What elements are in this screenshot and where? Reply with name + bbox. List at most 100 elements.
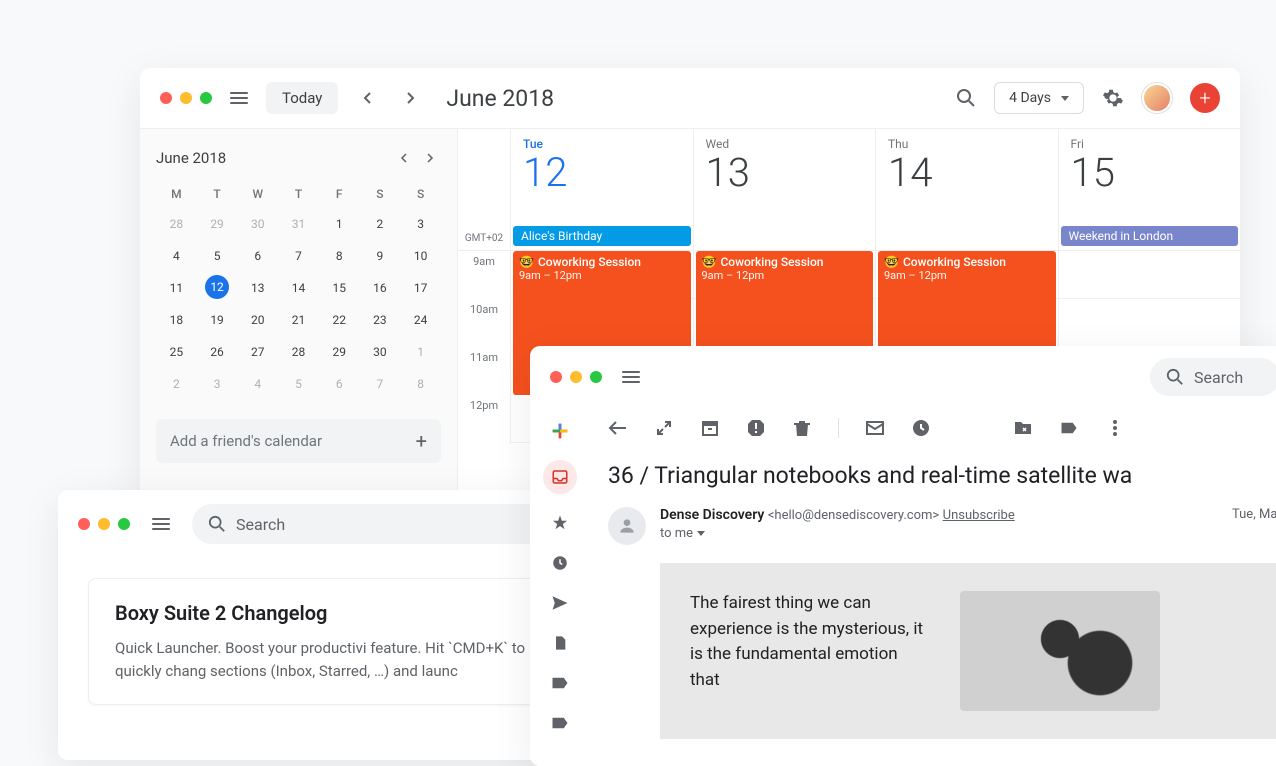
maximize-window-button[interactable] xyxy=(590,371,602,383)
mini-day[interactable]: 14 xyxy=(278,275,319,301)
mini-day[interactable]: 1 xyxy=(319,211,360,237)
mini-day[interactable]: 19 xyxy=(197,307,238,333)
sender-avatar[interactable] xyxy=(608,507,646,545)
mini-day[interactable]: 28 xyxy=(278,339,319,365)
unsubscribe-link[interactable]: Unsubscribe xyxy=(943,508,1015,523)
mini-day[interactable]: 2 xyxy=(156,371,197,397)
mini-day[interactable]: 5 xyxy=(278,371,319,397)
maximize-window-button[interactable] xyxy=(200,92,212,104)
mini-day[interactable]: 10 xyxy=(400,243,441,269)
mini-day[interactable]: 12 xyxy=(205,275,229,299)
menu-icon[interactable] xyxy=(226,88,252,108)
menu-icon[interactable] xyxy=(148,514,174,534)
mini-day[interactable]: 26 xyxy=(197,339,238,365)
labels-icon[interactable] xyxy=(1059,418,1079,438)
mail-toolbar: Search xyxy=(530,346,1276,408)
allday-event[interactable]: Alice's Birthday xyxy=(513,226,691,246)
snooze-icon[interactable] xyxy=(911,418,931,438)
recipient-line[interactable]: to me xyxy=(660,526,1218,541)
move-to-icon[interactable] xyxy=(1013,418,1033,438)
minimize-window-button[interactable] xyxy=(180,92,192,104)
mini-dow: S xyxy=(400,183,441,205)
mini-day[interactable]: 21 xyxy=(278,307,319,333)
mini-day[interactable]: 4 xyxy=(237,371,278,397)
mini-day[interactable]: 24 xyxy=(400,307,441,333)
starred-icon[interactable] xyxy=(549,512,571,534)
mini-day[interactable]: 17 xyxy=(400,275,441,301)
mini-day[interactable]: 8 xyxy=(319,243,360,269)
mini-day[interactable]: 31 xyxy=(278,211,319,237)
delete-icon[interactable] xyxy=(792,418,812,438)
mail-search-input[interactable]: Search xyxy=(1150,358,1276,396)
view-selector[interactable]: 4 Days xyxy=(994,82,1084,114)
mini-day[interactable]: 7 xyxy=(360,371,401,397)
day-column-header[interactable]: Thu14 xyxy=(875,129,1058,250)
search-icon xyxy=(208,515,226,533)
mini-day[interactable]: 3 xyxy=(400,211,441,237)
mark-unread-icon[interactable] xyxy=(865,418,885,438)
mini-day[interactable]: 7 xyxy=(278,243,319,269)
more-icon[interactable] xyxy=(1105,418,1125,438)
minimize-window-button[interactable] xyxy=(98,518,110,530)
expand-icon[interactable] xyxy=(654,418,674,438)
mini-day[interactable]: 4 xyxy=(156,243,197,269)
mini-day[interactable]: 16 xyxy=(360,275,401,301)
mini-day[interactable]: 1 xyxy=(400,339,441,365)
day-column-header[interactable]: Wed13 xyxy=(693,129,876,250)
add-friend-calendar-input[interactable]: Add a friend's calendar + xyxy=(156,419,441,463)
mini-day[interactable]: 20 xyxy=(237,307,278,333)
mini-day[interactable]: 6 xyxy=(319,371,360,397)
compose-icon[interactable] xyxy=(549,420,571,442)
mini-day[interactable]: 29 xyxy=(197,211,238,237)
archive-icon[interactable] xyxy=(700,418,720,438)
mini-next-month[interactable] xyxy=(419,147,441,169)
day-column-header[interactable]: Fri15Weekend in London xyxy=(1058,129,1241,250)
maximize-window-button[interactable] xyxy=(118,518,130,530)
mini-day[interactable]: 25 xyxy=(156,339,197,365)
mini-day[interactable]: 27 xyxy=(237,339,278,365)
close-window-button[interactable] xyxy=(78,518,90,530)
day-column-header[interactable]: Tue12Alice's Birthday xyxy=(510,129,693,250)
mini-day[interactable]: 30 xyxy=(360,339,401,365)
label-icon[interactable] xyxy=(549,672,571,694)
mini-day[interactable]: 6 xyxy=(237,243,278,269)
drafts-icon[interactable] xyxy=(549,632,571,654)
mini-day[interactable]: 9 xyxy=(360,243,401,269)
today-button[interactable]: Today xyxy=(266,82,338,114)
next-period-button[interactable] xyxy=(396,83,426,113)
mini-day[interactable]: 3 xyxy=(197,371,238,397)
window-controls xyxy=(550,371,602,383)
prev-period-button[interactable] xyxy=(352,83,382,113)
mini-prev-month[interactable] xyxy=(393,147,415,169)
mini-day[interactable]: 30 xyxy=(237,211,278,237)
note-card[interactable]: Boxy Suite 2 Changelog Quick Launcher. B… xyxy=(88,578,588,705)
back-icon[interactable] xyxy=(608,418,628,438)
inbox-icon[interactable] xyxy=(543,460,577,494)
search-icon[interactable] xyxy=(956,88,976,108)
close-window-button[interactable] xyxy=(550,371,562,383)
day-number: 15 xyxy=(1071,149,1229,196)
mini-day[interactable]: 28 xyxy=(156,211,197,237)
mini-day[interactable]: 8 xyxy=(400,371,441,397)
user-avatar[interactable] xyxy=(1142,83,1172,113)
mini-day[interactable]: 23 xyxy=(360,307,401,333)
close-window-button[interactable] xyxy=(160,92,172,104)
mini-day[interactable]: 11 xyxy=(156,275,197,301)
mini-day[interactable]: 13 xyxy=(237,275,278,301)
allday-event[interactable]: Weekend in London xyxy=(1061,226,1239,246)
mini-day[interactable]: 18 xyxy=(156,307,197,333)
mini-day[interactable]: 2 xyxy=(360,211,401,237)
mini-day[interactable]: 15 xyxy=(319,275,360,301)
mini-day[interactable]: 29 xyxy=(319,339,360,365)
label-icon-2[interactable] xyxy=(549,712,571,734)
menu-icon[interactable] xyxy=(618,367,644,387)
create-event-button[interactable]: + xyxy=(1190,83,1220,113)
mini-day[interactable]: 22 xyxy=(319,307,360,333)
mini-day[interactable]: 5 xyxy=(197,243,238,269)
sent-icon[interactable] xyxy=(549,592,571,614)
spam-icon[interactable] xyxy=(746,418,766,438)
minimize-window-button[interactable] xyxy=(570,371,582,383)
settings-icon[interactable] xyxy=(1102,87,1124,109)
snoozed-icon[interactable] xyxy=(549,552,571,574)
add-friend-plus-icon[interactable]: + xyxy=(416,429,427,453)
